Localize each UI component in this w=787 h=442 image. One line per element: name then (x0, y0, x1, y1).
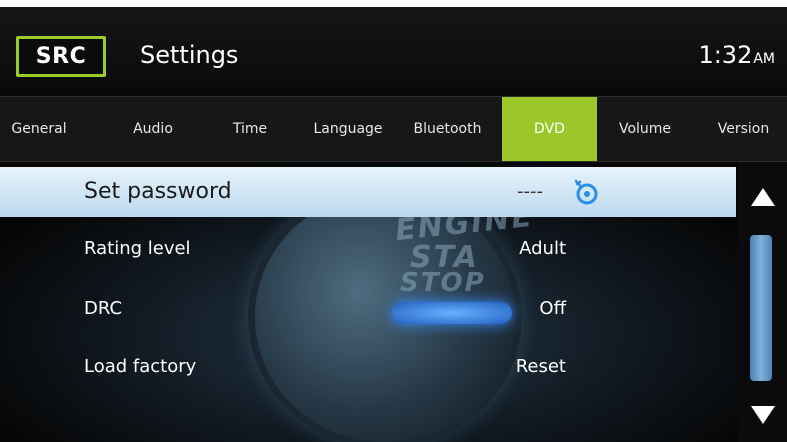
clock: 1:32AM (698, 38, 775, 76)
header-bar: SRC Settings 1:32AM (0, 7, 787, 93)
tab-version[interactable]: Version (700, 97, 787, 161)
row-value: Adult (519, 238, 566, 259)
row-load-factory[interactable]: Load factory Reset (0, 342, 736, 392)
tab-bluetooth[interactable]: Bluetooth (400, 97, 495, 161)
row-value: Off (539, 298, 566, 319)
scroll-thumb[interactable] (750, 235, 772, 381)
tab-volume[interactable]: Volume (604, 97, 686, 161)
tab-general[interactable]: General (0, 97, 78, 161)
key-icon (574, 179, 598, 205)
tab-audio[interactable]: Audio (118, 97, 188, 161)
row-set-password[interactable]: Set password ---- (0, 167, 736, 217)
settings-tabs: General Audio Time Language Bluetooth DV… (0, 96, 787, 162)
row-label: Set password (84, 179, 232, 204)
settings-screen: SRC Settings 1:32AM General Audio Time L… (0, 0, 787, 442)
settings-list: ENGINE STA STOP Set password ---- Rating… (0, 162, 787, 442)
scroll-down-button[interactable] (738, 388, 787, 442)
scroll-up-button[interactable] (738, 170, 787, 224)
arrow-up-icon (750, 188, 775, 206)
tab-dvd[interactable]: DVD (502, 97, 597, 161)
row-drc[interactable]: DRC Off (0, 284, 736, 334)
screen-bezel (0, 0, 787, 7)
page-title: Settings (140, 41, 239, 69)
arrow-down-icon (750, 406, 775, 424)
clock-time: 1:32 (698, 41, 753, 69)
clock-ampm: AM (753, 51, 775, 67)
tab-language[interactable]: Language (300, 97, 396, 161)
row-value: Reset (515, 356, 566, 377)
tab-time[interactable]: Time (215, 97, 285, 161)
row-label: Load factory (84, 356, 197, 377)
row-label: Rating level (84, 238, 191, 259)
row-rating-level[interactable]: Rating level Adult (0, 224, 736, 274)
row-value: ---- (517, 181, 543, 202)
row-label: DRC (84, 298, 123, 319)
src-button[interactable]: SRC (16, 36, 106, 77)
scrollbar[interactable] (738, 162, 787, 442)
